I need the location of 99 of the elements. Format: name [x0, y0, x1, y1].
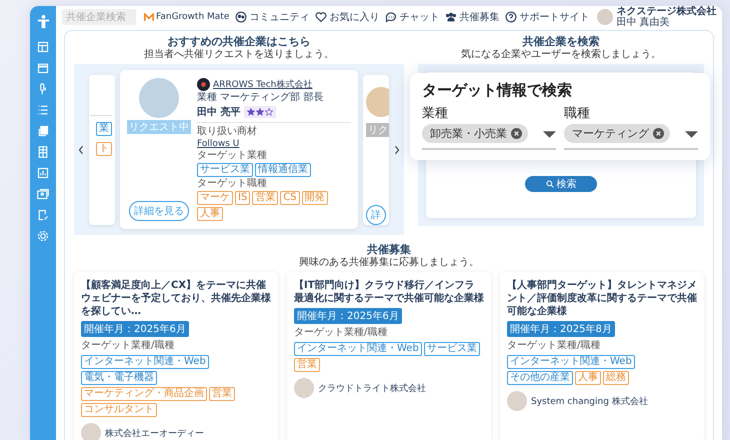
user-name: 田中 真由美: [616, 17, 671, 28]
date-badge: 開催年月：2025年8月: [507, 321, 615, 337]
company-logo-icon: [197, 78, 210, 91]
select-field[interactable]: マーケティング: [564, 124, 698, 150]
people-bubble-icon: [235, 11, 248, 23]
company-name: クラウドトライト株式会社: [318, 382, 426, 394]
section-title: おすすめの共催企業はこちら: [168, 35, 310, 48]
tag: 営業: [209, 387, 235, 401]
tag: ト: [96, 142, 112, 156]
search-icon: [546, 180, 554, 188]
grid-icon[interactable]: [37, 146, 49, 158]
document-icon[interactable]: [37, 209, 49, 221]
date-badge: 開催年月：2025年6月: [294, 308, 402, 324]
nav-link[interactable]: 共催募集: [445, 10, 500, 24]
close-icon[interactable]: [511, 128, 522, 139]
chat-bubble-icon: [385, 11, 398, 23]
select-field[interactable]: 卸売業・小売業: [422, 124, 556, 150]
heart-icon: [315, 11, 328, 23]
tag: 電気・電子機器: [81, 371, 157, 385]
m-logo-icon: [144, 12, 154, 22]
tag: 営業: [252, 191, 278, 205]
close-icon[interactable]: [653, 128, 664, 139]
tag: CS: [280, 191, 300, 205]
photo-placeholder: [366, 86, 389, 116]
section-subtitle: 気になる企業やユーザーを検索しましょう。: [461, 49, 661, 61]
help-icon: [505, 11, 518, 23]
popup-title: ターゲット情報で検索: [422, 81, 573, 100]
calendar-icon[interactable]: [37, 62, 49, 74]
field-label: ターゲット業種/職種: [294, 327, 388, 339]
tag: IS: [235, 191, 250, 205]
field-label: 取り扱い商材: [197, 126, 258, 138]
copy-icon[interactable]: [37, 125, 49, 137]
card-title: 【顧客満足度向上／CX】をテーマに共催ウェビナーを予定しており、共催先企業様を探してい…: [81, 279, 271, 318]
tag: 業: [96, 122, 112, 136]
section-subtitle: 担当者へ共催リクエストを送りましょう。: [144, 49, 334, 61]
list-icon[interactable]: [37, 104, 49, 116]
field-label: ターゲット業種/職種: [507, 340, 600, 352]
status-badge: リク: [366, 122, 389, 136]
tag: サービス業: [197, 163, 253, 177]
tag: コンサルタント: [81, 403, 157, 417]
search-button[interactable]: 検索: [525, 176, 597, 192]
tag: インターネット関連・Web: [507, 355, 635, 369]
card-title: 【人事部門ターゲット】タレントマネジメント／評価制度改革に関するテーマで共催可能な企業様: [507, 279, 697, 318]
chip[interactable]: マーケティング: [564, 124, 670, 143]
field-label: 業種: [422, 105, 449, 122]
job-title: 業種 マーケティング部 部長: [197, 92, 324, 104]
tag: インターネット関連・Web: [81, 355, 209, 369]
search-field[interactable]: 共催企業検索: [62, 9, 136, 25]
nav-link[interactable]: お気に入り: [315, 10, 380, 24]
recruitment-card[interactable]: 【人事部門ターゲット】タレントマネジメント／評価制度改革に関するテーマで共催可能な企業様 開催年月：2025年8月 ターゲット業種/職種 インターネット関連・Web その他の産業 人事 総務 System changing 株式会社: [500, 272, 704, 440]
recruitment-card[interactable]: 【IT部門向け】クラウド移行／インフラ最適化に関するテーマで共催可能な企業様 開催年月：2025年6月 ターゲット業種/職種 インターネット関連・Web サービス業 営業 クラウドトライト株式会社: [287, 272, 491, 440]
nav-link[interactable]: サポートサイト: [505, 10, 590, 24]
person-name: 田中 亮平: [197, 105, 240, 119]
company-name: 株式会社エーオーディー: [105, 428, 204, 440]
product-link[interactable]: Follows U: [197, 139, 351, 149]
photo-placeholder: [139, 78, 179, 118]
photo-placeholder: [81, 423, 101, 440]
tag: 総務: [603, 371, 629, 385]
date-badge: 開催年月：2025年6月: [81, 321, 189, 337]
caret-icon[interactable]: [543, 130, 556, 138]
card-title: 【IT部門向け】クラウド移行／インフラ最適化に関するテーマで共催可能な企業様: [294, 279, 484, 305]
tag: 人事: [197, 207, 223, 221]
user-avatar[interactable]: [597, 9, 614, 25]
tag: その他の産業: [507, 371, 573, 385]
chart-icon[interactable]: [37, 167, 49, 179]
company-name: System changing 株式会社: [531, 396, 648, 408]
id-card-icon[interactable]: [37, 188, 49, 200]
section-subtitle: 興味のある共催募集に応募しましょう。: [299, 257, 479, 269]
field-label: ターゲット業種/職種: [81, 340, 174, 352]
group-icon: [445, 11, 458, 23]
tag: サービス業: [424, 342, 480, 356]
mic-icon[interactable]: [37, 83, 49, 95]
tag: 情報通信業: [255, 163, 311, 177]
chevron-right-icon[interactable]: [394, 144, 400, 154]
field-label: ターゲット職種: [197, 178, 268, 190]
gear-icon[interactable]: [37, 230, 49, 242]
tag: インターネット関連・Web: [294, 342, 422, 356]
layout-icon[interactable]: [37, 41, 49, 53]
field-label: 職種: [564, 105, 591, 122]
nav-link[interactable]: チャット: [385, 10, 440, 24]
section-title: 共催企業を検索: [522, 35, 600, 48]
tag: マーケティング・商品企画: [81, 387, 207, 401]
caret-icon[interactable]: [685, 130, 698, 138]
tag: 営業: [294, 358, 320, 372]
chevron-left-icon[interactable]: [78, 144, 84, 154]
nav-link[interactable]: コミュニティ: [235, 10, 310, 24]
brand-link[interactable]: FanGrowth Mate: [144, 12, 230, 22]
tag: マーケ: [197, 191, 233, 205]
person-logo-icon[interactable]: [36, 14, 50, 29]
company-link[interactable]: ARROWS Tech株式会社: [213, 78, 312, 91]
photo-placeholder: [294, 378, 314, 398]
recruitment-card[interactable]: 【顧客満足度向上／CX】をテーマに共催ウェビナーを予定しており、共催先企業様を探してい… 開催年月：2025年6月 ターゲット業種/職種 インターネット関連・Web 電気・電子機器 マーケティング・商品企画 営業 コンサルタント 株式会社エーオーディー: [74, 272, 278, 440]
field-label: ターゲット業種: [197, 150, 268, 162]
section-title: 共催募集: [367, 243, 411, 256]
tag: 開発: [302, 191, 328, 205]
tag: 人事: [575, 371, 601, 385]
photo-placeholder: [507, 391, 527, 411]
chip[interactable]: 卸売業・小売業: [422, 124, 528, 143]
status-badge: リクエスト中: [127, 120, 191, 134]
